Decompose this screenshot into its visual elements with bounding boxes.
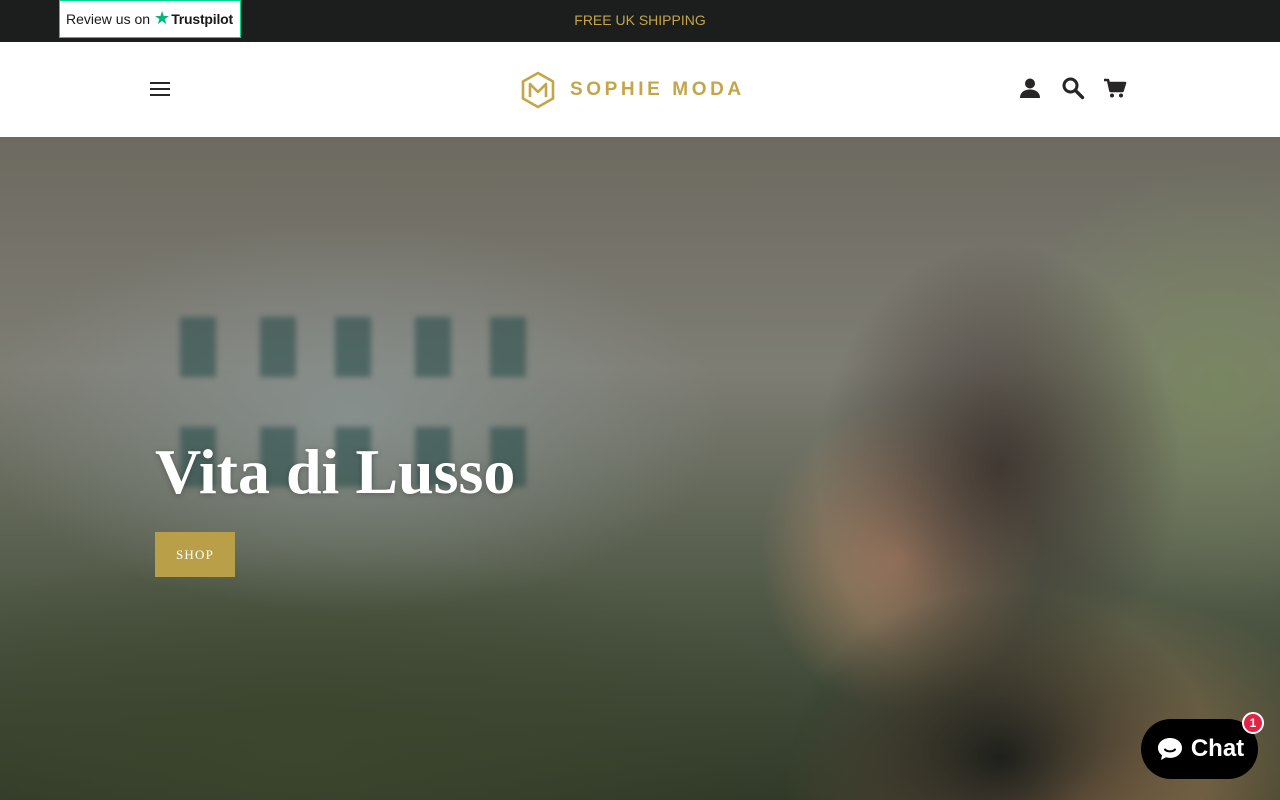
shop-button[interactable]: SHOP xyxy=(155,532,235,577)
chat-label: Chat xyxy=(1190,735,1245,762)
account-icon[interactable] xyxy=(1016,74,1044,102)
search-icon[interactable] xyxy=(1059,74,1087,102)
hamburger-menu-icon[interactable] xyxy=(148,78,172,102)
hero-background-image xyxy=(170,307,550,557)
trustpilot-prefix: Review us on xyxy=(66,11,151,27)
cart-icon[interactable] xyxy=(1101,74,1129,102)
chat-notification-badge: 1 xyxy=(1242,712,1264,734)
trustpilot-review-link[interactable]: Review us on ★ Trustpilot xyxy=(59,0,241,38)
site-header: SOPHIE MODA xyxy=(0,42,1280,137)
hero-title: Vita di Lusso xyxy=(155,436,516,507)
announcement-bar: Review us on ★ Trustpilot FREE UK SHIPPI… xyxy=(0,0,1280,42)
trustpilot-brand: Trustpilot xyxy=(171,11,233,27)
star-icon: ★ xyxy=(154,8,171,28)
hero-banner: Vita di Lusso SHOP xyxy=(0,137,1280,800)
site-logo[interactable]: SOPHIE MODA xyxy=(520,70,745,110)
chat-button[interactable]: Chat xyxy=(1141,719,1258,779)
chat-bubble-icon xyxy=(1157,738,1182,760)
logo-mark-icon xyxy=(521,71,555,109)
logo-text: SOPHIE MODA xyxy=(570,79,745,100)
